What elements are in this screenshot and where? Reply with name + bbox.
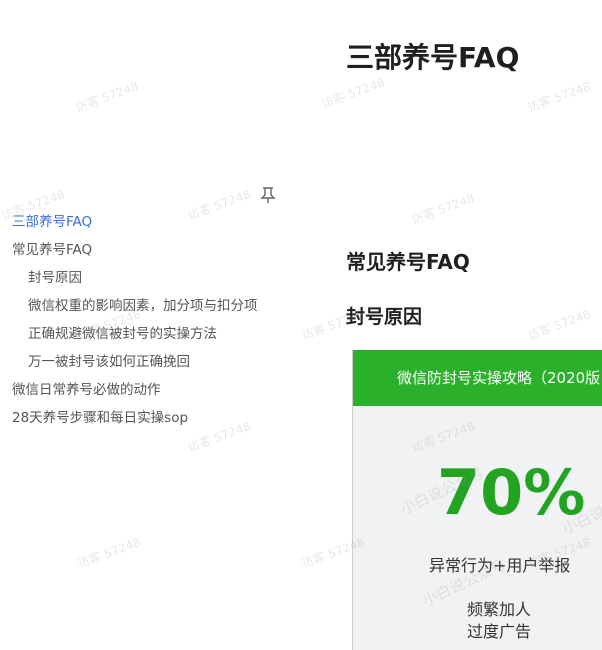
toc-item-recover[interactable]: 万一被封号该如何正确挽回 <box>28 353 190 371</box>
pin-icon[interactable] <box>260 186 276 204</box>
watermark: 访客 57248 <box>75 535 143 571</box>
toc-item-avoid-methods[interactable]: 正确规避微信被封号的实操方法 <box>28 325 217 343</box>
poster-line-2: 频繁加人 <box>467 600 532 619</box>
toc-item-common-faq[interactable]: 常见养号FAQ <box>12 241 92 259</box>
poster-line-3: 过度广告 <box>467 622 532 641</box>
poster-image: 微信防封号实操攻略（2020版 70% 异常行为+用户举报 频繁加人 过度广告 … <box>352 350 602 650</box>
toc-item-weight-factors[interactable]: 微信权重的影响因素，加分项与扣分项 <box>28 297 258 315</box>
toc-item-daily-actions[interactable]: 微信日常养号必做的动作 <box>12 381 161 399</box>
poster-banner: 微信防封号实操攻略（2020版 <box>353 350 602 406</box>
toc-item-28day-sop[interactable]: 28天养号步骤和每日实操sop <box>12 409 188 427</box>
toc-item-faq[interactable]: 三部养号FAQ <box>12 213 92 231</box>
section-heading: 常见养号FAQ <box>346 250 470 274</box>
subsection-heading: 封号原因 <box>346 306 423 328</box>
watermark: 访客 57248 <box>525 307 593 343</box>
watermark: 访客 57248 <box>185 419 253 455</box>
watermark: 访客 57248 <box>409 191 477 227</box>
watermark: 访客 57248 <box>319 75 387 111</box>
watermark: 访客 57248 <box>73 79 141 115</box>
poster-percent: 70% <box>437 456 586 529</box>
watermark: 访客 57248 <box>525 79 593 115</box>
page-title: 三部养号FAQ <box>346 41 520 74</box>
toc-item-ban-reasons[interactable]: 封号原因 <box>28 269 82 287</box>
watermark: 访客 57248 <box>185 187 253 223</box>
poster-line-1: 异常行为+用户举报 <box>429 556 571 575</box>
